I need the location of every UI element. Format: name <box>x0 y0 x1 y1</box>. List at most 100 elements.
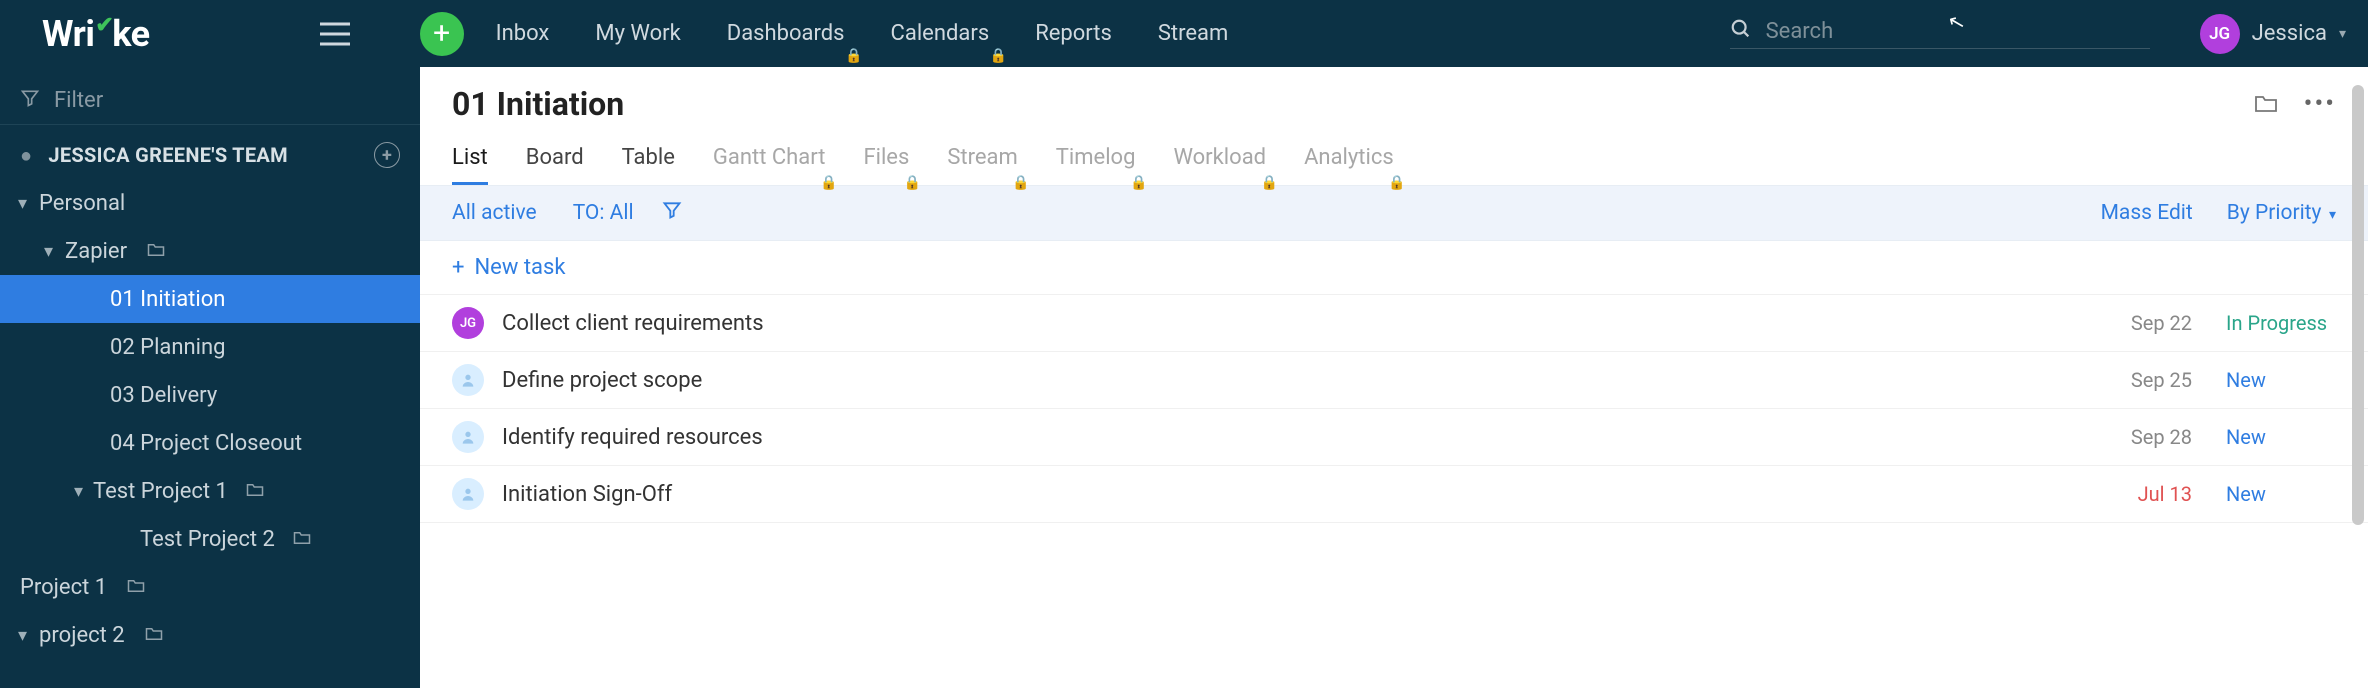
tree-item-03-delivery[interactable]: 03 Delivery <box>0 371 420 419</box>
lock-icon: 🔒 <box>1130 175 1147 191</box>
task-row[interactable]: Initiation Sign-OffJul 13New <box>420 465 2368 523</box>
task-status[interactable]: New <box>2226 425 2336 449</box>
view-tab-board[interactable]: Board <box>526 145 584 185</box>
task-row[interactable]: Define project scope Sep 25 New <box>420 351 2368 408</box>
nav-calendars[interactable]: Calendars🔒 <box>889 17 992 50</box>
sort-by-priority[interactable]: By Priority ▾ <box>2227 201 2336 225</box>
dot-icon: ● <box>20 143 32 168</box>
folder-icon <box>145 623 163 647</box>
create-button[interactable]: + <box>420 12 464 56</box>
task-status[interactable]: New <box>2226 482 2336 506</box>
assignee-avatar[interactable] <box>452 421 484 453</box>
tree-item-label: 01 Initiation <box>110 287 225 312</box>
hamburger-icon[interactable] <box>320 22 350 46</box>
task-row[interactable]: Identify required resources Sep 28 New <box>420 408 2368 465</box>
tree-item-test-project-2[interactable]: Test Project 2 <box>0 515 420 563</box>
mass-edit-button[interactable]: Mass Edit <box>2101 201 2193 225</box>
task-status[interactable]: New <box>2226 368 2336 392</box>
nav-inbox[interactable]: Inbox <box>494 17 552 50</box>
tree-item-label: Project 1 <box>20 575 107 600</box>
tree-item-project-2[interactable]: ▾ project 2 <box>0 611 420 659</box>
lock-icon: 🔒 <box>1388 175 1405 191</box>
tree-item-project-1[interactable]: Project 1 <box>0 563 420 611</box>
chevron-down-icon[interactable]: ▾ <box>74 481 83 502</box>
tree-item-01-initiation[interactable]: 01 Initiation <box>0 275 420 323</box>
tree-item-personal[interactable]: ▾ Personal <box>0 179 420 227</box>
new-task-label: New task <box>474 255 565 280</box>
task-date: Sep 28 <box>2131 425 2192 449</box>
chevron-down-icon[interactable]: ▾ <box>18 625 27 646</box>
chevron-down-icon[interactable]: ▾ <box>18 193 27 214</box>
more-menu-icon[interactable]: ••• <box>2304 89 2336 119</box>
task-date: Sep 22 <box>2131 311 2192 335</box>
view-tab-files: Files🔒 <box>863 145 909 185</box>
app-logo[interactable]: Wri✔ke <box>42 13 150 55</box>
nav-dashboards[interactable]: Dashboards🔒 <box>725 17 847 50</box>
lock-icon: 🔒 <box>990 48 1007 64</box>
nav-reports[interactable]: Reports <box>1033 17 1114 50</box>
tree-item-zapier[interactable]: ▾ Zapier <box>0 227 420 275</box>
nav-stream[interactable]: Stream <box>1156 17 1230 50</box>
view-tab-list[interactable]: List <box>452 145 488 185</box>
folder-icon <box>293 527 311 551</box>
view-tabs: ListBoardTableGantt Chart🔒Files🔒Stream🔒T… <box>452 145 2336 185</box>
task-status[interactable]: In Progress <box>2226 311 2336 335</box>
tree-item-02-planning[interactable]: 02 Planning <box>0 323 420 371</box>
chevron-down-icon: ▾ <box>2339 26 2346 42</box>
filter-icon <box>20 88 40 114</box>
filter-to[interactable]: TO: All <box>573 201 634 225</box>
user-menu[interactable]: JG Jessica ▾ <box>2200 14 2346 54</box>
project-tree: ▾ Personal ▾ Zapier 01 Initiation 02 Planning… <box>0 179 420 659</box>
lock-icon: 🔒 <box>1261 175 1278 191</box>
user-name: Jessica <box>2252 21 2327 46</box>
content: 01 Initiation ••• ListBoardTableGantt Ch… <box>420 67 2368 688</box>
filter-icon[interactable] <box>662 200 682 226</box>
sidebar: Filter ● JESSICA GREENE'S TEAM + ▾ Person… <box>0 67 420 688</box>
task-row[interactable]: JG Collect client requirements Sep 22 In Pr… <box>420 294 2368 351</box>
tree-item-test-project-1[interactable]: ▾Test Project 1 <box>0 467 420 515</box>
tree-item-label: Test Project 2 <box>140 527 275 552</box>
add-project-button[interactable]: + <box>374 142 400 168</box>
task-date: Jul 13 <box>2138 482 2192 506</box>
view-tab-gantt-chart: Gantt Chart🔒 <box>713 145 826 185</box>
search-icon <box>1730 18 1752 44</box>
folder-icon <box>147 239 165 263</box>
tree-item-label: project 2 <box>39 623 125 648</box>
folder-icon <box>127 575 145 599</box>
team-label: JESSICA GREENE'S TEAM <box>48 143 288 167</box>
folder-open-icon[interactable] <box>2254 94 2278 114</box>
lock-icon: 🔒 <box>904 175 921 191</box>
chevron-down-icon: ▾ <box>2326 207 2337 223</box>
view-tab-table[interactable]: Table <box>622 145 675 185</box>
view-tab-analytics: Analytics🔒 <box>1304 145 1394 185</box>
assignee-avatar[interactable] <box>452 364 484 396</box>
top-nav: Inbox My Work Dashboards🔒 Calendars🔒 Reports… <box>494 17 1231 50</box>
search-box[interactable] <box>1730 18 2150 49</box>
task-title: Define project scope <box>502 368 702 393</box>
new-task-button[interactable]: + New task <box>420 241 2368 294</box>
tree-item-label: 04 Project Closeout <box>110 431 302 456</box>
tree-item-label: 03 Delivery <box>110 383 217 408</box>
filter-bar: All active TO: All Mass Edit By Priority… <box>420 185 2368 241</box>
tree-item-04-project-closeout[interactable]: 04 Project Closeout <box>0 419 420 467</box>
assignee-avatar[interactable] <box>452 478 484 510</box>
task-title: Identify required resources <box>502 425 763 450</box>
tree-item-label: 02 Planning <box>110 335 226 360</box>
task-date: Sep 25 <box>2131 368 2192 392</box>
lock-icon: 🔒 <box>1012 175 1029 191</box>
logo-text: Wri✔ke <box>42 13 150 55</box>
team-header[interactable]: ● JESSICA GREENE'S TEAM + <box>0 131 420 179</box>
tree-item-label: Zapier <box>65 239 127 264</box>
plus-icon: + <box>452 255 464 280</box>
vertical-scrollbar[interactable] <box>2352 85 2364 660</box>
folder-icon <box>246 479 264 503</box>
nav-my-work[interactable]: My Work <box>593 17 682 50</box>
scrollbar-thumb[interactable] <box>2352 85 2364 525</box>
avatar: JG <box>2200 14 2240 54</box>
sidebar-filter[interactable]: Filter <box>0 77 420 125</box>
task-title: Collect client requirements <box>502 311 764 336</box>
chevron-down-icon[interactable]: ▾ <box>44 241 53 262</box>
tree-item-label: Personal <box>39 191 125 216</box>
filter-active[interactable]: All active <box>452 201 537 225</box>
assignee-avatar[interactable]: JG <box>452 307 484 339</box>
